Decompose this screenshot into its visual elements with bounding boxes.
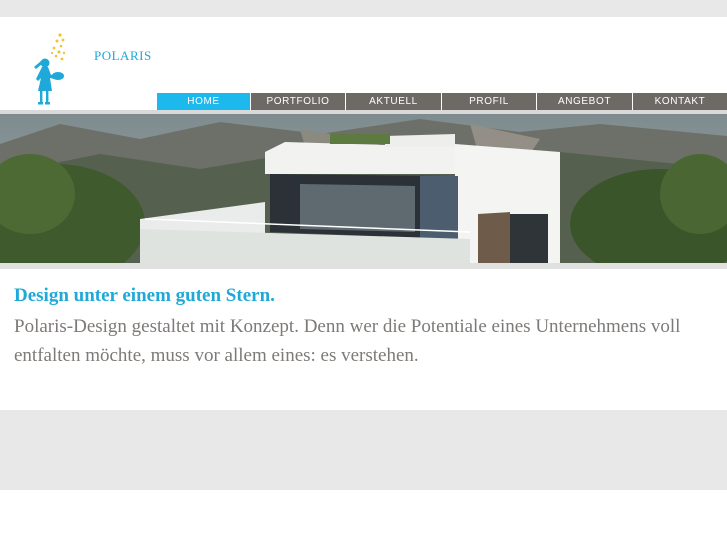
intro-headline: Design unter einem guten Stern. [14,285,275,306]
hero-image [0,114,727,263]
nav-item-aktuell[interactable]: AKTUELL [345,93,441,110]
nav-item-home[interactable]: HOME [157,93,250,110]
nav-item-kontakt[interactable]: KONTAKT [632,93,727,110]
girl-with-stars-logo-icon [34,33,66,105]
polaris-logo[interactable]: POLARIS [30,29,151,109]
nav-item-angebot[interactable]: ANGEBOT [536,93,632,110]
nav-item-portfolio[interactable]: PORTFOLIO [250,93,345,110]
brand-name: POLARIS [94,48,152,63]
top-band [0,0,727,17]
main-navigation: HOME PORTFOLIO AKTUELL PROFIL ANGEBOT KO… [157,93,727,110]
intro-body: Polaris-Design gestaltet mit Konzept. De… [14,316,681,366]
footer-band [0,410,727,490]
hero-divider [0,263,727,269]
intro-section: Design unter einem guten Stern. Polaris-… [14,284,714,370]
nav-item-profil[interactable]: PROFIL [441,93,536,110]
